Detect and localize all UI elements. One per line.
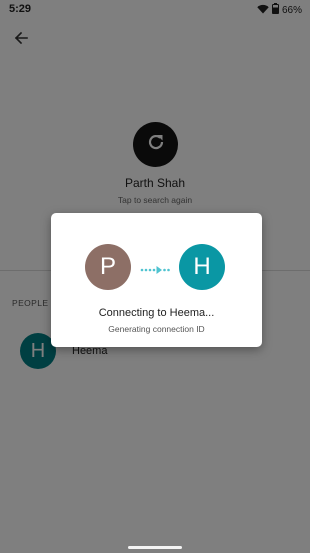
connecting-dialog: P H Connecting to Heema... Generating co… <box>51 213 262 347</box>
dialog-title: Connecting to Heema... <box>98 307 215 319</box>
gesture-nav-handle[interactable] <box>128 546 182 549</box>
dotted-arrow-icon <box>140 262 172 274</box>
dialog-status: Generating connection ID <box>108 324 205 334</box>
sender-avatar: P <box>85 244 131 290</box>
receiver-avatar: H <box>179 244 225 290</box>
share-screen: 5:29 66% <box>0 0 310 553</box>
